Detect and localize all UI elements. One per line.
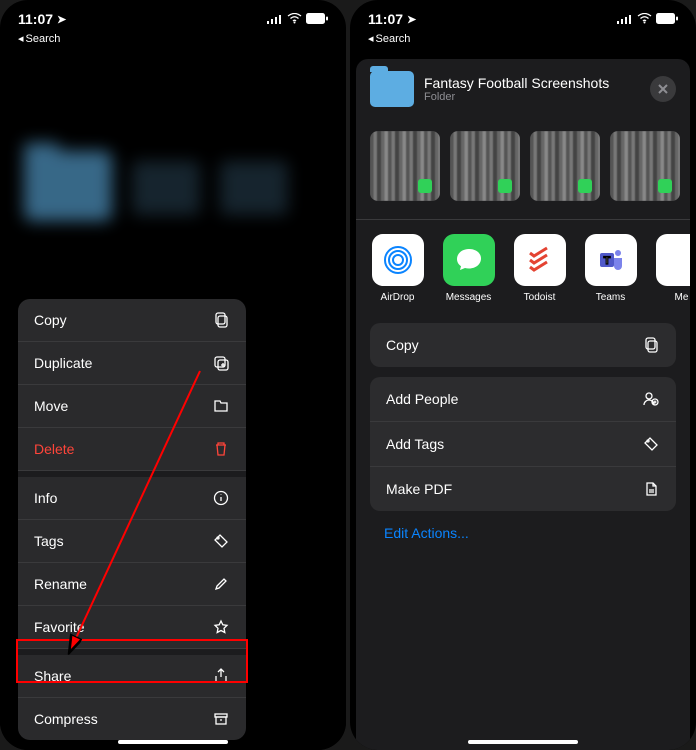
app-messages[interactable]: Messages (441, 234, 496, 303)
location-icon: ➤ (407, 13, 416, 26)
app-icon (656, 234, 691, 286)
back-to-search[interactable]: ◂ Search (0, 32, 346, 51)
signal-icon (617, 11, 633, 27)
status-time: 11:07 (368, 11, 403, 27)
share-header: Fantasy Football Screenshots Folder (356, 59, 690, 119)
menu-label: Move (34, 398, 68, 414)
battery-icon (656, 11, 678, 27)
app-label: Todoist (524, 292, 556, 303)
action-label: Add People (386, 391, 458, 407)
share-apps: AirDrop Messages Todoist T Teams Me (356, 219, 690, 313)
action-add-tags[interactable]: Add Tags (370, 422, 676, 467)
folder-icon (370, 71, 414, 107)
close-button[interactable] (650, 76, 676, 102)
action-add-people[interactable]: Add People (370, 377, 676, 422)
todoist-icon (514, 234, 566, 286)
teams-icon: T (585, 234, 637, 286)
folder-icon (132, 161, 200, 215)
share-subtitle: Folder (424, 91, 640, 103)
menu-label: Rename (34, 576, 87, 592)
menu-info[interactable]: Info (18, 477, 246, 520)
chevron-left-icon: ◂ (18, 32, 24, 45)
status-bar: 11:07 ➤ (0, 0, 346, 32)
share-sheet: Fantasy Football Screenshots Folder AirD… (356, 59, 690, 750)
copy-icon (642, 336, 660, 354)
home-indicator[interactable] (468, 740, 578, 744)
airdrop-icon (372, 234, 424, 286)
document-icon (642, 480, 660, 498)
folder-icon (220, 161, 288, 215)
share-title: Fantasy Football Screenshots (424, 75, 640, 91)
left-screenshot: 11:07 ➤ ◂ Search Copy Duplica (0, 0, 346, 750)
copy-icon (212, 311, 230, 329)
edit-actions-link[interactable]: Edit Actions... (356, 511, 690, 555)
tag-icon (642, 435, 660, 453)
menu-tags[interactable]: Tags (18, 520, 246, 563)
menu-copy[interactable]: Copy (18, 299, 246, 342)
back-to-search[interactable]: ◂ Search (350, 32, 696, 51)
folder-icon (24, 151, 112, 221)
pencil-icon (212, 575, 230, 593)
menu-label: Info (34, 490, 57, 506)
battery-icon (306, 11, 328, 27)
menu-move[interactable]: Move (18, 385, 246, 428)
svg-text:T: T (603, 255, 610, 267)
menu-share[interactable]: Share (18, 655, 246, 698)
app-teams[interactable]: T Teams (583, 234, 638, 303)
menu-label: Delete (34, 441, 74, 457)
menu-label: Favorite (34, 619, 85, 635)
app-label: AirDrop (381, 292, 415, 303)
home-indicator[interactable] (118, 740, 228, 744)
duplicate-icon (212, 354, 230, 372)
menu-label: Compress (34, 711, 98, 727)
signal-icon (267, 11, 283, 27)
trash-icon (212, 440, 230, 458)
status-time: 11:07 (18, 11, 53, 27)
action-copy[interactable]: Copy (370, 323, 676, 367)
menu-compress[interactable]: Compress (18, 698, 246, 740)
messages-icon (443, 234, 495, 286)
menu-favorite[interactable]: Favorite (18, 606, 246, 649)
info-icon (212, 489, 230, 507)
action-label: Add Tags (386, 436, 444, 452)
archive-icon (212, 710, 230, 728)
contact-thumbnail[interactable] (610, 131, 680, 201)
app-label: Me (675, 292, 689, 303)
action-label: Copy (386, 337, 419, 353)
app-todoist[interactable]: Todoist (512, 234, 567, 303)
menu-delete[interactable]: Delete (18, 428, 246, 471)
menu-label: Duplicate (34, 355, 92, 371)
action-label: Make PDF (386, 481, 452, 497)
wifi-icon (287, 11, 302, 27)
star-icon (212, 618, 230, 636)
contact-thumbnail[interactable] (370, 131, 440, 201)
status-bar: 11:07 ➤ (350, 0, 696, 32)
app-label: Teams (596, 292, 625, 303)
contact-thumbnail[interactable] (530, 131, 600, 201)
location-icon: ➤ (57, 13, 66, 26)
tag-icon (212, 532, 230, 550)
person-add-icon (642, 390, 660, 408)
menu-duplicate[interactable]: Duplicate (18, 342, 246, 385)
menu-rename[interactable]: Rename (18, 563, 246, 606)
menu-label: Share (34, 668, 71, 684)
folder-icon (212, 397, 230, 415)
action-group: Copy (370, 323, 676, 367)
contact-thumbnail[interactable] (450, 131, 520, 201)
close-icon (657, 83, 669, 95)
wifi-icon (637, 11, 652, 27)
context-menu: Copy Duplicate Move Delete Info Tags (18, 299, 246, 740)
menu-label: Copy (34, 312, 67, 328)
right-screenshot: 11:07 ➤ ◂ Search Fantasy Football Screen… (350, 0, 696, 750)
action-group: Add People Add Tags Make PDF (370, 377, 676, 511)
app-airdrop[interactable]: AirDrop (370, 234, 425, 303)
chevron-left-icon: ◂ (368, 32, 374, 45)
menu-label: Tags (34, 533, 64, 549)
app-more[interactable]: Me (654, 234, 690, 303)
app-label: Messages (446, 292, 492, 303)
action-make-pdf[interactable]: Make PDF (370, 467, 676, 511)
share-icon (212, 667, 230, 685)
contact-thumbnails (356, 119, 690, 219)
